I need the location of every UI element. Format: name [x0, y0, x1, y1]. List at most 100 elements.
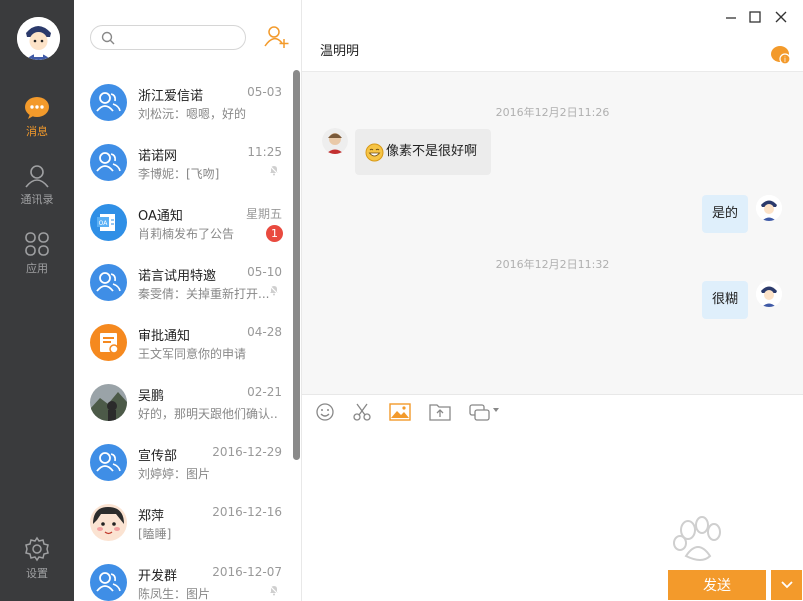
- chat-info-button[interactable]: i: [770, 44, 792, 69]
- minimize-icon: [726, 17, 736, 19]
- emoji-icon: [316, 403, 334, 421]
- grin-emoji-icon: [365, 143, 384, 161]
- conversation-preview: 李博妮：[飞吻]: [138, 167, 220, 181]
- send-options-button[interactable]: [771, 570, 802, 600]
- conversation-preview: 秦雯倩：关掉重新打开...: [138, 287, 270, 301]
- photo-avatar: [90, 384, 127, 421]
- search-input[interactable]: [121, 29, 239, 46]
- conversation-preview: 王文军同意你的申请: [138, 347, 247, 361]
- conversation-name: 诺言试用特邀: [138, 269, 217, 284]
- conversation-name: 审批通知: [138, 329, 191, 344]
- image-icon: [389, 403, 411, 421]
- conversation-preview: 好的，那明天跟他们确认...: [138, 407, 278, 421]
- mute-indicator: [268, 164, 280, 179]
- conversation-time: 04-28: [247, 325, 282, 339]
- list-scrollbar[interactable]: [293, 70, 300, 460]
- conversation-time: 05-10: [247, 265, 282, 279]
- unread-badge: 1: [266, 225, 283, 242]
- self-avatar[interactable]: [756, 281, 782, 307]
- chat-bubble-icon: [25, 97, 49, 119]
- conversation-item[interactable]: 审批通知 04-28 王文军同意你的申请: [74, 312, 292, 372]
- conversation-preview: 刘松沅：嗯嗯，好的: [138, 107, 247, 121]
- emoji-button[interactable]: [315, 402, 335, 425]
- rail-settings[interactable]: 设置: [0, 536, 74, 581]
- rail-apps[interactable]: 应用: [0, 231, 74, 276]
- conversation-item[interactable]: 浙江爱信诺 05-03 刘松沅：嗯嗯，好的: [74, 72, 292, 132]
- conversation-item[interactable]: 诺诺网 11:25 李博妮：[飞吻]: [74, 132, 292, 192]
- conversation-name: 浙江爱信诺: [138, 89, 204, 104]
- message-timestamp: 2016年12月2日11:32: [495, 258, 610, 271]
- group-avatar: [90, 84, 127, 121]
- conversation-preview: 肖莉楠发布了公告: [138, 227, 235, 241]
- scissors-icon: [353, 403, 371, 421]
- conversation-preview: 刘婷婷：图片: [138, 467, 211, 481]
- conversation-time: 2016-12-16: [212, 505, 282, 519]
- message-text: 像素不是很好啊: [386, 144, 478, 159]
- chat-title: 温明明: [320, 44, 360, 59]
- send-button[interactable]: 发送: [668, 570, 766, 600]
- conversation-time: 星期五: [245, 207, 282, 221]
- incoming-message: 像素不是很好啊: [355, 129, 492, 175]
- mute-bell-icon: [268, 584, 280, 596]
- screenshot-button[interactable]: [469, 402, 501, 425]
- user-avatar[interactable]: [17, 17, 60, 60]
- self-avatar[interactable]: [756, 195, 782, 221]
- conversation-item[interactable]: OA OA通知 星期五 肖莉楠发布了公告 1: [74, 192, 292, 252]
- conversation-name: 郑萍: [138, 509, 165, 524]
- oa-avatar: OA: [90, 204, 127, 241]
- message-area: 2016年12月2日11:26 像素不是很好啊 是的 2016年12月2日11:…: [302, 72, 803, 394]
- conversation-preview: [瞌睡]: [138, 527, 172, 541]
- conversation-item[interactable]: 吴鹏 02-21 好的，那明天跟他们确认...: [74, 372, 292, 432]
- group-avatar: [90, 564, 127, 601]
- apps-grid-icon: [25, 232, 49, 256]
- chevron-down-icon: [780, 580, 793, 588]
- conversation-time: 11:25: [247, 145, 282, 159]
- left-rail: 消息 通讯录 应用 设置: [0, 0, 74, 601]
- conversation-time: 2016-12-29: [212, 445, 282, 459]
- conversation-item[interactable]: 开发群 2016-12-07 陈凤生：图片: [74, 552, 292, 601]
- message-timestamp: 2016年12月2日11:26: [495, 106, 610, 119]
- conversation-name: 诺诺网: [138, 149, 178, 164]
- conversation-item[interactable]: 宣传部 2016-12-29 刘婷婷：图片: [74, 432, 292, 492]
- conversation-time: 02-21: [247, 385, 282, 399]
- cut-button[interactable]: [352, 402, 372, 425]
- conversation-item[interactable]: 诺言试用特邀 05-10 秦雯倩：关掉重新打开...: [74, 252, 292, 312]
- upload-file-button[interactable]: [429, 402, 451, 425]
- conversation-name: 吴鹏: [138, 389, 165, 404]
- outgoing-message: 很糊: [702, 281, 749, 319]
- search-icon: [101, 31, 115, 45]
- chat-info-icon: i: [771, 46, 791, 65]
- rail-contacts[interactable]: 通讯录: [0, 164, 74, 207]
- chat-panel: 温明明 i 2016年12月2日11:26 像素不是很好啊 是的 2016年12…: [302, 0, 803, 601]
- add-contact-button[interactable]: [264, 25, 290, 52]
- conversation-name: 宣传部: [138, 449, 178, 464]
- conversation-preview: 陈凤生：图片: [138, 587, 211, 601]
- close-icon: [775, 11, 787, 23]
- rail-label: 应用: [26, 262, 48, 275]
- group-avatar: [90, 444, 127, 481]
- contact-avatar[interactable]: [322, 128, 348, 154]
- screenshot-icon: [469, 404, 499, 421]
- mute-bell-icon: [268, 164, 280, 176]
- maximize-button[interactable]: [746, 8, 764, 26]
- mute-indicator: [268, 284, 280, 299]
- conversation-time: 2016-12-07: [212, 565, 282, 579]
- conversation-item[interactable]: 郑萍 2016-12-16 [瞌睡]: [74, 492, 292, 552]
- cartoon-avatar: [90, 504, 127, 541]
- rail-label: 通讯录: [20, 193, 54, 206]
- rail-messages[interactable]: 消息: [0, 96, 74, 139]
- compose-toolbar: [302, 394, 803, 428]
- minimize-button[interactable]: [722, 8, 740, 26]
- svg-text:i: i: [784, 56, 786, 64]
- search-box[interactable]: [90, 25, 246, 50]
- group-avatar: [90, 264, 127, 301]
- image-button[interactable]: [389, 402, 411, 425]
- mute-bell-icon: [268, 284, 280, 296]
- gear-icon: [25, 536, 49, 562]
- message-text: 很糊: [712, 292, 739, 307]
- message-input[interactable]: [302, 428, 803, 568]
- conversation-name: 开发群: [138, 569, 178, 584]
- rail-label: 消息: [26, 125, 48, 138]
- close-button[interactable]: [772, 8, 790, 26]
- approval-avatar: [90, 324, 127, 361]
